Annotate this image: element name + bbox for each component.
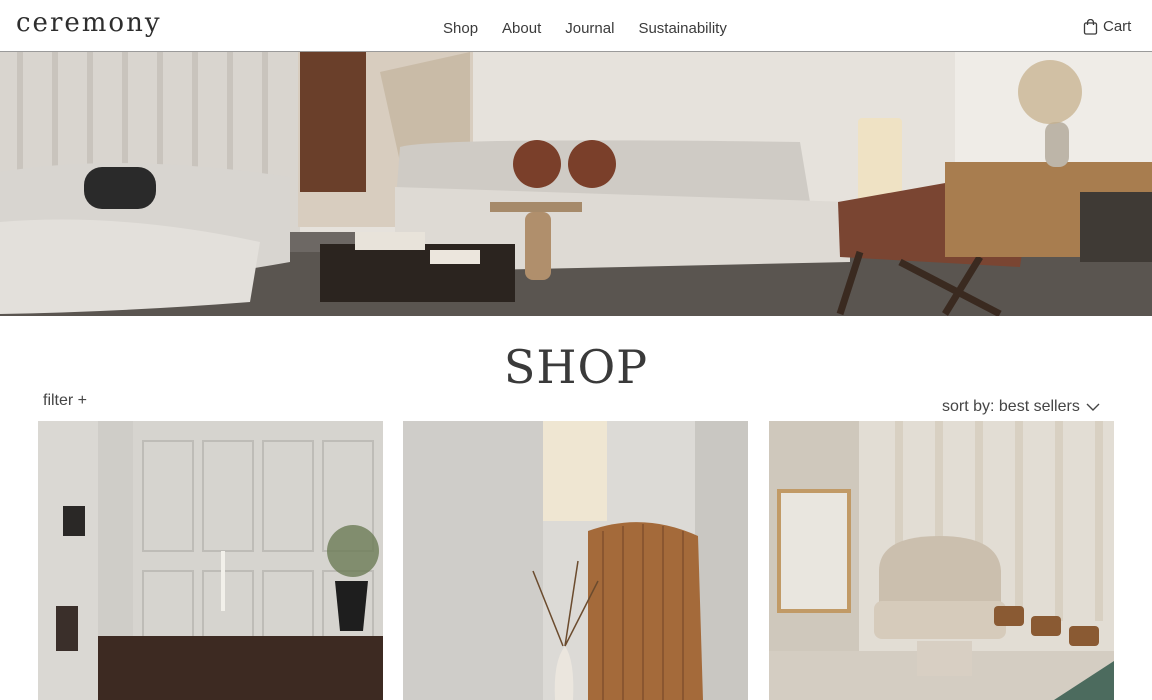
sort-label: sort by: best sellers bbox=[942, 398, 1080, 415]
cart-label: Cart bbox=[1103, 18, 1132, 35]
hero-banner bbox=[0, 52, 1152, 316]
site-header: ceremony Shop About Journal Sustainabili… bbox=[0, 0, 1152, 52]
cart-button[interactable]: Cart bbox=[1083, 18, 1131, 35]
product-card-sofa[interactable] bbox=[769, 421, 1114, 700]
hero-image bbox=[0, 52, 1152, 316]
wood-screen-photo bbox=[403, 421, 748, 700]
sort-dropdown[interactable]: sort by: best sellers bbox=[942, 398, 1100, 416]
nav-item-journal[interactable]: Journal bbox=[565, 20, 614, 37]
product-card-dining[interactable] bbox=[38, 421, 383, 700]
sofa-lounge-photo bbox=[769, 421, 1114, 700]
chevron-down-icon bbox=[1086, 403, 1100, 411]
dining-room-photo bbox=[38, 421, 383, 700]
page-title: SHOP bbox=[503, 340, 649, 394]
nav-item-about[interactable]: About bbox=[502, 20, 541, 37]
nav-item-shop[interactable]: Shop bbox=[443, 20, 478, 37]
brand-logo[interactable]: ceremony bbox=[16, 8, 162, 38]
filter-button[interactable]: filter + bbox=[43, 392, 87, 410]
nav-item-sustainability[interactable]: Sustainability bbox=[638, 20, 726, 37]
main-nav: Shop About Journal Sustainability bbox=[443, 20, 727, 37]
product-card-screen[interactable] bbox=[403, 421, 748, 700]
shopping-bag-icon bbox=[1083, 18, 1098, 35]
arrow-down-right-icon[interactable] bbox=[1100, 314, 1142, 316]
